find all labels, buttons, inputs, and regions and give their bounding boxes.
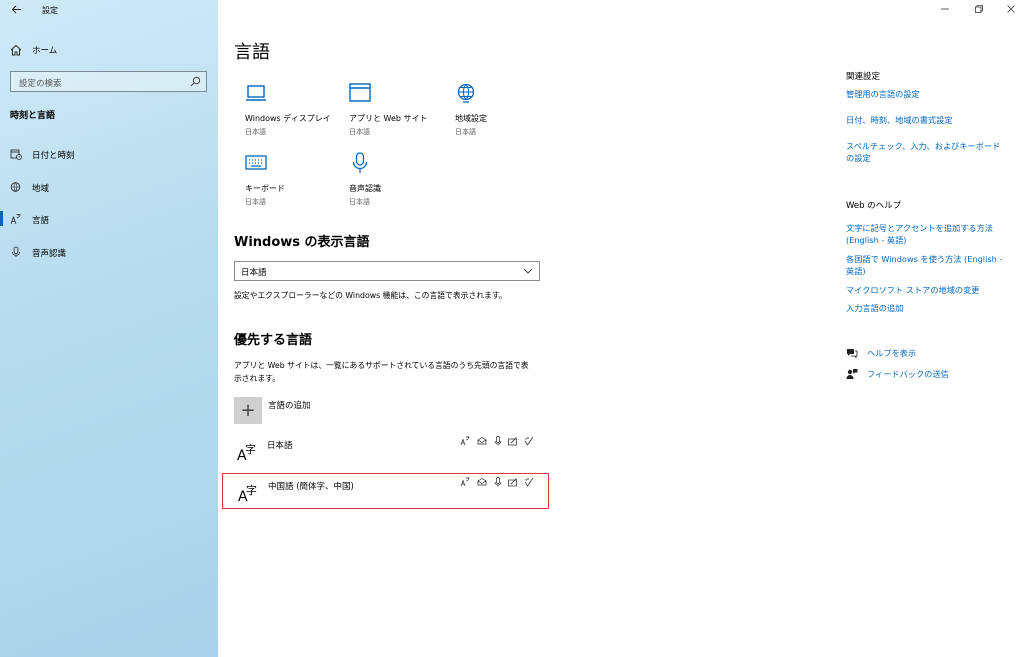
tile-value: 日本語 (245, 198, 266, 206)
keyboard-icon (245, 155, 267, 170)
preferred-languages-heading: 優先する言語 (234, 333, 313, 348)
speech-feature-icon (494, 477, 502, 487)
tile-name: アプリと Web サイト (349, 114, 428, 123)
show-help-label: ヘルプを表示 (867, 348, 917, 358)
description-line: 示されます。 (234, 373, 281, 383)
admin-language-settings-link[interactable]: 管理用の言語の設定 (846, 88, 1006, 100)
minimize-icon (941, 8, 949, 10)
restore-icon (975, 5, 983, 13)
tile-apps-websites[interactable]: アプリと Web サイト 日本語 (349, 82, 449, 137)
text-to-speech-feature-icon (477, 478, 487, 486)
web-help-heading: Web のヘルプ (846, 201, 902, 211)
sidebar-item-label: 地域 (32, 184, 50, 194)
display-language-feature-icon (460, 477, 470, 487)
calendar-clock-icon (10, 149, 22, 160)
handwriting-feature-icon (508, 437, 517, 446)
arrow-left-icon (11, 5, 21, 14)
home-link[interactable]: ホーム (10, 42, 57, 58)
speech-feature-icon (494, 436, 502, 446)
tile-speech[interactable]: 音声認識 日本語 (349, 152, 449, 207)
section-title: 時刻と言語 (10, 111, 56, 121)
sidebar-item-speech[interactable]: 音声認識 (0, 242, 218, 262)
description-line: アプリと Web サイトは、一覧にあるサポートされている言語のうち先頭の言語で表 (234, 361, 529, 370)
sidebar: 設定 ホーム 設定の検索 時刻と言語 日付と時刻 地域 言語 音声認識 (0, 0, 218, 657)
help-link-add-input-language[interactable]: 入力言語の追加 (846, 302, 1006, 314)
language-row-japanese[interactable]: A 字 日本語 (222, 433, 549, 469)
tile-value: 日本語 (245, 128, 266, 136)
page-title: 言語 (234, 42, 270, 63)
globe-icon (457, 83, 475, 103)
add-language-label[interactable]: 言語の追加 (268, 399, 311, 411)
laptop-icon (246, 85, 266, 101)
restore-button[interactable] (972, 4, 986, 18)
feedback-link[interactable]: フィードバックの送信 (846, 368, 949, 380)
chevron-down-icon (523, 268, 533, 274)
handwriting-feature-icon (508, 478, 517, 487)
search-icon (190, 76, 201, 87)
help-link-windows-languages[interactable]: 各国語で Windows を使う方法 (English - 英語) (846, 253, 1006, 277)
tile-value: 日本語 (349, 198, 370, 206)
feedback-icon (846, 369, 858, 379)
language-icon (10, 214, 21, 225)
sidebar-item-label: 音声認識 (32, 249, 67, 259)
display-language-description: 設定やエクスプローラーなどの Windows 機能は、この言語で表示されます。 (234, 291, 507, 300)
show-help-link[interactable]: ヘルプを表示 (846, 347, 916, 359)
tile-windows-display[interactable]: Windows ディスプレイ 日本語 (245, 82, 345, 137)
language-name: 中国語 (簡体字、中国) (268, 482, 354, 492)
close-icon (1007, 5, 1015, 13)
language-glyph-icon: A 字 (237, 442, 256, 462)
sidebar-item-label: 日付と時刻 (32, 151, 75, 161)
close-button[interactable] (1004, 4, 1018, 18)
sidebar-item-region[interactable]: 地域 (0, 177, 218, 197)
tile-region-settings[interactable]: 地域設定 日本語 (455, 82, 555, 137)
microphone-icon (352, 152, 368, 173)
tile-name: 音声認識 (349, 184, 381, 193)
help-link-store-region[interactable]: マイクロソフト ストアの地域の変更 (846, 284, 1006, 296)
related-settings-heading: 関連設定 (846, 72, 881, 82)
language-glyph-icon: A 字 (238, 483, 257, 503)
tile-value: 日本語 (349, 128, 370, 136)
tile-value: 日本語 (455, 128, 476, 136)
language-row-chinese-simplified[interactable]: A 字 中国語 (簡体字、中国) (222, 473, 549, 509)
microphone-icon (12, 246, 20, 257)
preferred-languages-description: アプリと Web サイトは、一覧にあるサポートされている言語のうち先頭の言語で表… (234, 360, 529, 385)
minimize-button[interactable] (938, 4, 952, 18)
sidebar-item-date-time[interactable]: 日付と時刻 (0, 144, 218, 164)
tile-name: キーボード (245, 184, 285, 193)
text-to-speech-feature-icon (477, 437, 487, 445)
window-icon (349, 83, 371, 102)
app-title: 設定 (42, 6, 58, 15)
display-language-heading: Windows の表示言語 (234, 235, 370, 250)
spell-check-feature-icon (524, 477, 534, 487)
date-time-format-link[interactable]: 日付、時刻、地域の書式設定 (846, 114, 1006, 126)
home-icon (10, 44, 22, 56)
home-label: ホーム (32, 46, 58, 56)
back-button[interactable] (8, 3, 24, 19)
glyph-zi: 字 (245, 442, 256, 456)
selected-indicator (0, 211, 3, 226)
search-input[interactable]: 設定の検索 (10, 71, 207, 92)
add-language-button[interactable]: + (234, 397, 262, 424)
tile-keyboard[interactable]: キーボード 日本語 (245, 152, 345, 207)
display-language-value: 日本語 (241, 268, 267, 278)
spell-check-feature-icon (524, 436, 534, 446)
plus-icon: + (240, 400, 256, 421)
display-language-select[interactable]: 日本語 (234, 261, 540, 281)
glyph-zi: 字 (246, 483, 257, 497)
tile-name: Windows ディスプレイ (245, 114, 331, 123)
tile-name: 地域設定 (455, 114, 487, 123)
globe-pin-icon (10, 182, 21, 192)
help-link-accents[interactable]: 文字に記号とアクセントを追加する方法 (English - 英語) (846, 222, 1006, 246)
sidebar-item-language[interactable]: 言語 (0, 209, 218, 229)
search-placeholder: 設定の検索 (19, 79, 62, 89)
sidebar-item-label: 言語 (32, 216, 50, 226)
language-name: 日本語 (267, 441, 293, 451)
help-chat-icon (847, 349, 858, 359)
spelling-keyboard-settings-link[interactable]: スペルチェック、入力、およびキーボードの設定 (846, 140, 1006, 164)
feedback-label: フィードバックの送信 (867, 369, 949, 379)
title-bar: 設定 (0, 0, 218, 22)
display-language-feature-icon (460, 436, 470, 446)
